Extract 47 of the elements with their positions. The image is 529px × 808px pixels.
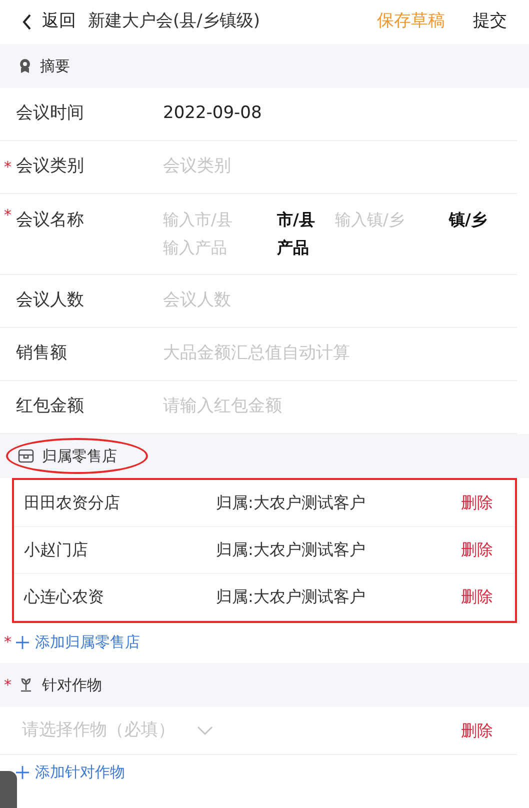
field-label: 红包金额	[16, 395, 85, 418]
section-title: 针对作物	[42, 674, 102, 696]
back-button[interactable]: 返回	[22, 9, 76, 35]
delete-button[interactable]: 删除	[461, 538, 493, 562]
required-mark: *	[4, 160, 12, 174]
delete-button[interactable]: 删除	[461, 585, 493, 609]
delete-button[interactable]: 删除	[461, 491, 493, 515]
field-label: 会议类别	[16, 155, 85, 178]
unit-label: 产品	[277, 237, 309, 259]
input-field[interactable]: 输入镇/乡	[335, 208, 443, 232]
store-owner: 归属:大农户测试客户	[216, 492, 366, 514]
plus-icon	[16, 766, 29, 778]
section-title: 摘要	[40, 56, 70, 77]
section-title: 归属零售店	[42, 446, 117, 467]
input-field[interactable]: 大品金额汇总值自动计算	[163, 341, 517, 367]
field-label: 会议名称	[16, 209, 85, 232]
add-link[interactable]: 添加归属零售店	[16, 630, 140, 654]
add-link[interactable]: 添加针对作物	[16, 760, 125, 784]
unit-label: 市/县	[277, 209, 315, 231]
floating-handle[interactable]	[0, 771, 17, 808]
chevron-left-icon	[22, 14, 32, 30]
input-field[interactable]: 会议人数	[163, 288, 517, 314]
required-mark: *	[4, 678, 12, 692]
field-label: 会议人数	[16, 289, 85, 312]
delete-button[interactable]: 删除	[461, 718, 493, 742]
unit-label: 镇/乡	[449, 209, 487, 231]
input-field[interactable]: 输入产品	[163, 236, 271, 260]
field-label: 销售额	[16, 342, 68, 366]
field-value[interactable]: 2022-09-08	[163, 101, 262, 127]
store-owner: 归属:大农户测试客户	[216, 539, 366, 561]
plus-icon	[16, 636, 29, 648]
sprout-icon	[18, 677, 34, 693]
store-icon	[18, 449, 34, 463]
required-mark: *	[4, 208, 12, 223]
page-title: 新建大户会(县/乡镇级)	[88, 10, 260, 34]
input-field[interactable]: 会议类别	[163, 154, 517, 180]
store-owner: 归属:大农户测试客户	[216, 586, 366, 608]
input-field[interactable]: 输入市/县	[163, 208, 271, 232]
chevron-down-icon	[197, 726, 213, 735]
submit-button[interactable]: 提交	[473, 9, 507, 35]
store-name: 心连心农资	[24, 586, 105, 608]
field-label: 会议时间	[16, 102, 85, 126]
medal-icon	[18, 58, 32, 74]
store-name: 田田农资分店	[24, 492, 121, 514]
store-name: 小赵门店	[24, 539, 89, 561]
input-field[interactable]: 请输入红包金额	[163, 394, 517, 420]
required-mark: *	[4, 634, 12, 650]
